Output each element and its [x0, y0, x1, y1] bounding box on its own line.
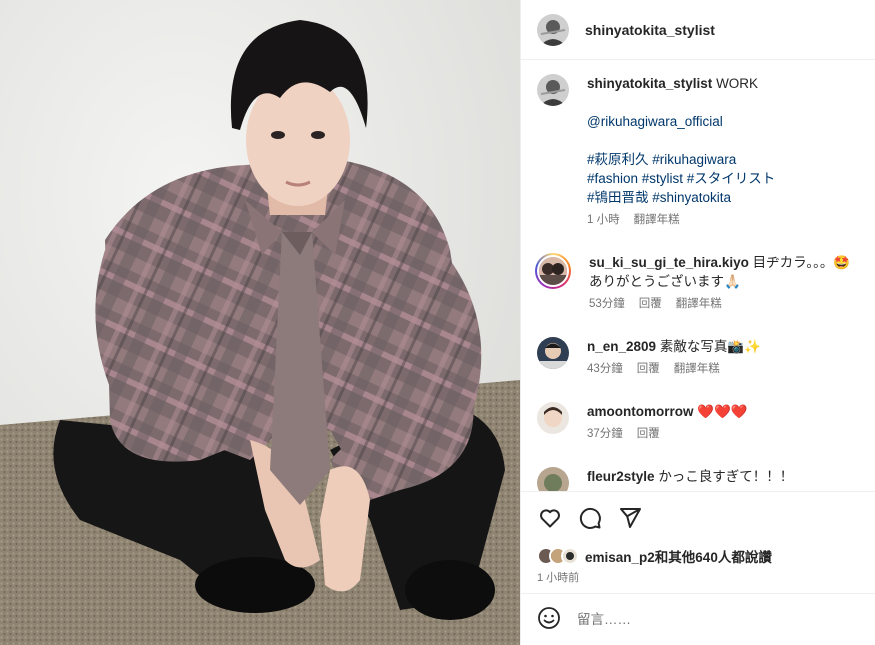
commenter-avatar[interactable]: [537, 402, 569, 434]
comment-username[interactable]: su_ki_su_gi_te_hira.kiyo: [589, 255, 749, 270]
post-photo-illustration: [0, 0, 520, 645]
post-photo[interactable]: [0, 0, 520, 645]
caption-username[interactable]: shinyatokita_stylist: [587, 76, 712, 91]
heart-icon[interactable]: [537, 505, 563, 531]
commenter-avatar[interactable]: [537, 337, 569, 369]
action-bar: [521, 491, 875, 543]
caption-time[interactable]: 1 小時: [587, 213, 620, 227]
caption-hashtags-line2[interactable]: #fashion #stylist #スタイリスト: [587, 169, 859, 188]
caption-translate-link[interactable]: 翻譯年糕: [634, 213, 680, 227]
author-avatar[interactable]: [537, 13, 569, 46]
comment-text: ❤️❤️❤️: [697, 404, 748, 419]
comment-reply-button[interactable]: 回覆: [639, 297, 662, 311]
comment-time[interactable]: 37分鐘: [587, 427, 623, 441]
comment-username[interactable]: amoontomorrow: [587, 404, 694, 419]
comment-reply-button[interactable]: 回覆: [637, 362, 660, 376]
smiley-icon[interactable]: [537, 606, 561, 633]
paper-plane-icon[interactable]: [617, 505, 643, 531]
add-comment-bar: [521, 593, 875, 645]
instagram-post-window: shinyatokita_stylist shinyatokita_stylis…: [0, 0, 875, 645]
comment-reply-button[interactable]: 回覆: [637, 427, 660, 441]
likes-username[interactable]: emisan_p2: [585, 550, 655, 565]
comment-icon[interactable]: [577, 505, 603, 531]
caption-title: WORK: [716, 76, 759, 91]
post-timestamp[interactable]: 1 小時前: [521, 569, 875, 589]
post-side-panel: shinyatokita_stylist shinyatokita_stylis…: [520, 0, 875, 645]
comment-username[interactable]: n_en_2809: [587, 339, 656, 354]
comment-translate-link[interactable]: 翻譯年糕: [676, 297, 722, 311]
comment-time[interactable]: 43分鐘: [587, 362, 623, 376]
caption-hashtags-line3[interactable]: #鴇田晋哉 #shinyatokita: [587, 188, 859, 207]
comment-text: 素敵な写真📸✨: [659, 339, 761, 354]
comment-text: かっこ良すぎて！！！: [658, 469, 794, 484]
comment-translate-link[interactable]: 翻譯年糕: [674, 362, 720, 376]
comment-username[interactable]: fleur2style: [587, 469, 655, 484]
comment-item: su_ki_su_gi_te_hira.kiyo 目ヂカラ。。。🤩 ありがとうご…: [535, 253, 859, 311]
likes-count-text[interactable]: 和其他640人都說讚: [655, 550, 772, 565]
comment-input[interactable]: [577, 612, 859, 627]
liker-avatar: [561, 547, 579, 565]
comments-list[interactable]: shinyatokita_stylist WORK @rikuhagiwara_…: [521, 60, 875, 491]
caption-avatar[interactable]: [537, 74, 569, 106]
post-caption: shinyatokita_stylist WORK @rikuhagiwara_…: [537, 74, 859, 227]
likes-summary[interactable]: emisan_p2和其他640人都說讚: [521, 543, 875, 569]
caption-mention[interactable]: @rikuhagiwara_official: [587, 112, 859, 131]
author-username[interactable]: shinyatokita_stylist: [585, 22, 715, 38]
caption-hashtags-line1[interactable]: #萩原利久 #rikuhagiwara: [587, 150, 859, 169]
commenter-avatar-story[interactable]: [535, 253, 571, 289]
comment-item: amoontomorrow ❤️❤️❤️ 37分鐘 回覆: [537, 402, 859, 441]
likers-avatars: [537, 547, 579, 565]
post-header: shinyatokita_stylist: [521, 0, 875, 60]
comment-item: n_en_2809 素敵な写真📸✨ 43分鐘 回覆 翻譯年糕: [537, 337, 859, 376]
commenter-avatar[interactable]: [537, 467, 569, 491]
comment-time[interactable]: 53分鐘: [589, 297, 625, 311]
comment-item: fleur2style かっこ良すぎて！！！: [537, 467, 859, 491]
